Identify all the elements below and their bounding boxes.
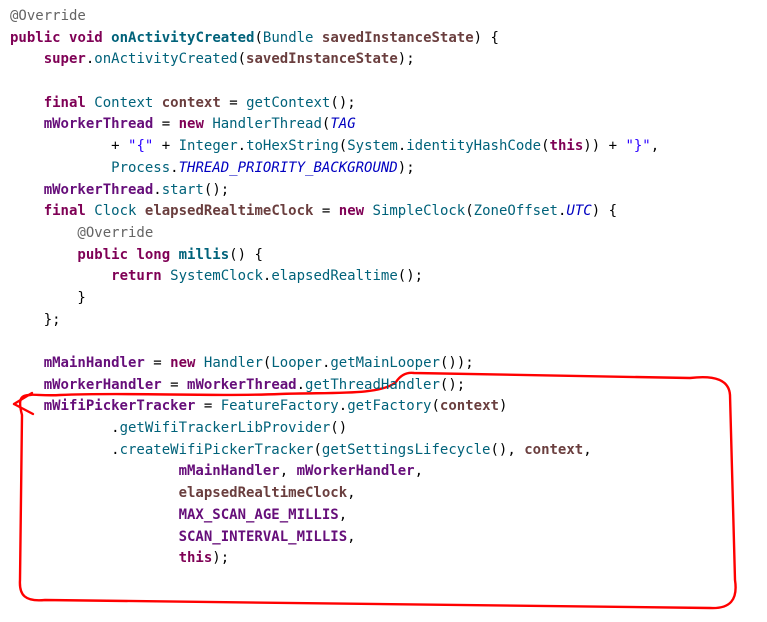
keyword-void: void: [69, 30, 103, 46]
code-line: .createWifiPickerTracker(getSettingsLife…: [10, 440, 757, 462]
code-line: .getWifiTrackerLibProvider(): [10, 418, 757, 440]
code-line: mWorkerThread = new HandlerThread(TAG: [10, 114, 757, 136]
code-line: }: [10, 288, 757, 310]
code-line: Process.THREAD_PRIORITY_BACKGROUND);: [10, 158, 757, 180]
code-line: public void onActivityCreated(Bundle sav…: [10, 28, 757, 50]
keyword-super: super: [44, 51, 86, 67]
code-line: mWifiPickerTracker = FeatureFactory.getF…: [10, 396, 757, 418]
code-line: this);: [10, 548, 757, 570]
code-line: return SystemClock.elapsedRealtime();: [10, 266, 757, 288]
code-line: };: [10, 310, 757, 332]
method-decl: onActivityCreated: [111, 30, 254, 46]
code-line: final Context context = getContext();: [10, 93, 757, 115]
code-line: super.onActivityCreated(savedInstanceSta…: [10, 49, 757, 71]
code-block: @Override public void onActivityCreated(…: [10, 6, 757, 570]
code-line: mMainHandler, mWorkerHandler,: [10, 461, 757, 483]
code-line: @Override: [10, 6, 757, 28]
arg: savedInstanceState: [246, 51, 398, 67]
code-line: @Override: [10, 223, 757, 245]
code-line: + "{" + Integer.toHexString(System.ident…: [10, 136, 757, 158]
method-call: onActivityCreated: [94, 51, 237, 67]
param: savedInstanceState: [322, 30, 474, 46]
type: Bundle: [263, 30, 314, 46]
keyword-public: public: [10, 30, 61, 46]
code-line: mMainHandler = new Handler(Looper.getMai…: [10, 353, 757, 375]
code-line: public long millis() {: [10, 245, 757, 267]
code-line: SCAN_INTERVAL_MILLIS,: [10, 527, 757, 549]
code-line: mWorkerThread.start();: [10, 180, 757, 202]
code-line: final Clock elapsedRealtimeClock = new S…: [10, 201, 757, 223]
code-line: elapsedRealtimeClock,: [10, 483, 757, 505]
code-line: mWorkerHandler = mWorkerThread.getThread…: [10, 375, 757, 397]
annotation: @Override: [10, 8, 86, 24]
code-line: MAX_SCAN_AGE_MILLIS,: [10, 505, 757, 527]
